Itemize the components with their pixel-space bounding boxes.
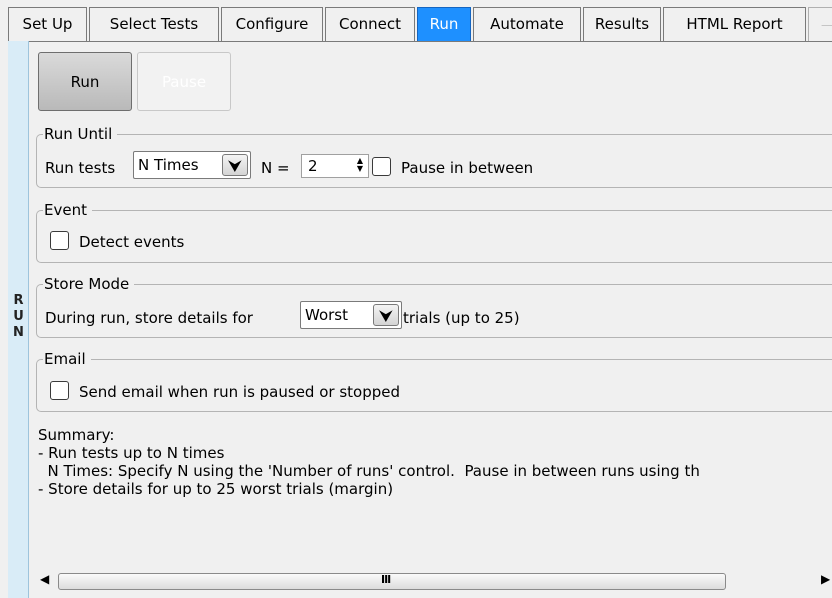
side-panel-run[interactable]: R U N — [8, 41, 29, 598]
store-mode-suffix: trials (up to 25) — [403, 309, 520, 327]
tab-connect[interactable]: Connect — [325, 7, 415, 41]
store-mode-select[interactable]: Worst ⮟ — [300, 301, 402, 329]
n-label: N = — [261, 159, 290, 177]
run-tests-label: Run tests — [45, 159, 116, 177]
event-group: Event Detect events — [36, 200, 832, 263]
scroll-left-arrow-icon[interactable]: ◀ — [40, 572, 49, 586]
n-runs-value: 2 — [308, 157, 318, 175]
send-email-label: Send email when run is paused or stopped — [79, 383, 400, 401]
summary-line: N Times: Specify N using the 'Number of … — [38, 462, 700, 480]
store-mode-value: Worst — [305, 306, 348, 324]
email-legend: Email — [43, 349, 91, 369]
side-label-letter: R — [13, 293, 24, 308]
summary-line: - Run tests up to N times — [38, 444, 225, 462]
chevron-icon: — — [821, 18, 832, 32]
run-until-legend: Run Until — [43, 124, 118, 144]
store-mode-prefix: During run, store details for — [45, 309, 253, 327]
summary-heading: Summary: — [38, 426, 115, 444]
store-mode-legend: Store Mode — [43, 274, 135, 294]
chevron-down-icon[interactable]: ⮟ — [373, 304, 399, 326]
side-label-letter: U — [13, 309, 24, 324]
tab-bar: Set Up Select Tests Configure Connect Ru… — [0, 0, 832, 44]
tab-overflow-button[interactable]: — — [808, 7, 832, 41]
email-group: Email Send email when run is paused or s… — [36, 349, 832, 412]
horizontal-scrollbar[interactable]: ◀ III ▶ — [36, 570, 832, 594]
tab-html-report[interactable]: HTML Report — [663, 7, 806, 41]
run-button[interactable]: Run — [38, 52, 132, 111]
send-email-checkbox[interactable] — [50, 381, 69, 400]
run-mode-value: N Times — [138, 156, 199, 174]
tab-automate[interactable]: Automate — [473, 7, 581, 41]
tab-results[interactable]: Results — [583, 7, 661, 41]
detect-events-checkbox[interactable] — [50, 231, 69, 250]
n-runs-stepper[interactable]: 2 ▲ ▼ — [301, 154, 369, 178]
pause-button: Pause — [137, 52, 231, 111]
detect-events-label: Detect events — [79, 233, 185, 251]
side-label-letter: N — [13, 325, 24, 340]
store-mode-group: Store Mode During run, store details for… — [36, 274, 832, 338]
tab-set-up[interactable]: Set Up — [8, 7, 87, 41]
pause-between-label: Pause in between — [401, 159, 534, 177]
tab-run[interactable]: Run — [417, 7, 471, 41]
grip-icon: III — [381, 573, 391, 586]
tab-select-tests[interactable]: Select Tests — [89, 7, 219, 41]
run-until-group: Run Until Run tests N Times ⮟ N = 2 ▲ ▼ P… — [36, 124, 832, 188]
run-mode-select[interactable]: N Times ⮟ — [133, 151, 251, 179]
scrollbar-thumb[interactable]: III — [58, 573, 726, 590]
summary-line: - Store details for up to 25 worst trial… — [38, 480, 394, 498]
chevron-down-icon[interactable]: ⮟ — [222, 154, 248, 176]
pause-between-checkbox[interactable] — [372, 157, 391, 176]
stepper-arrows-icon[interactable]: ▲ ▼ — [355, 157, 365, 175]
tab-configure[interactable]: Configure — [221, 7, 323, 41]
scroll-right-arrow-icon[interactable]: ▶ — [821, 572, 830, 586]
summary-text: Summary: - Run tests up to N times N Time… — [38, 426, 700, 498]
event-legend: Event — [43, 200, 92, 220]
